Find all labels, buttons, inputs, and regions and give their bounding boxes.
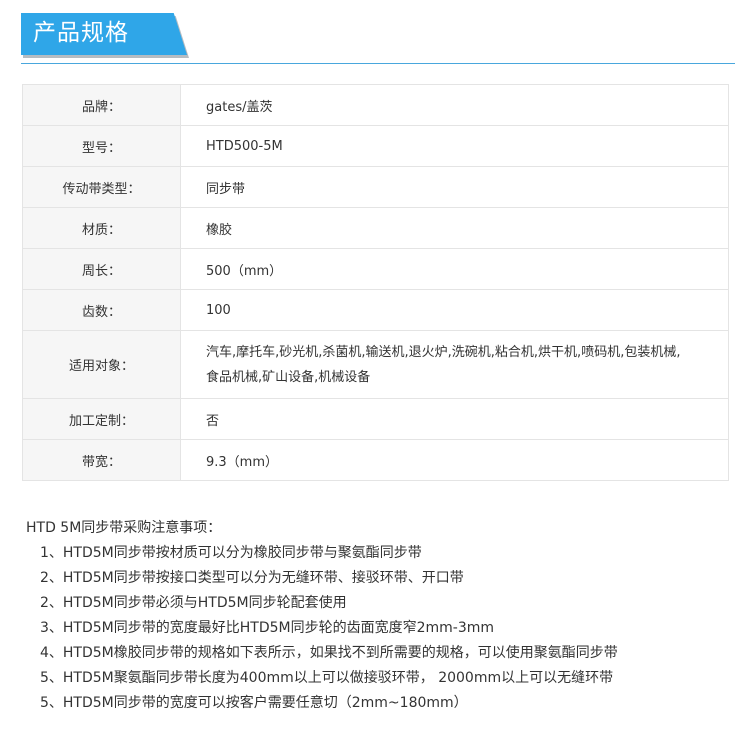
spec-value: gates/盖茨 (180, 84, 729, 126)
spec-row-belt-type: 传动带类型： 同步带 (22, 166, 729, 208)
spec-row-applications: 适用对象： 汽车,摩托车,砂光机,杀菌机,输送机,退火炉,洗碗机,粘合机,烘干机… (22, 330, 729, 399)
spec-value: 汽车,摩托车,砂光机,杀菌机,输送机,退火炉,洗碗机,粘合机,烘干机,喷码机,包… (180, 330, 729, 399)
spec-label: 传动带类型： (22, 166, 181, 208)
spec-label: 材质： (22, 207, 181, 249)
spec-value: 否 (180, 398, 729, 440)
spec-value: 100 (180, 289, 729, 331)
spec-value: 橡胶 (180, 207, 729, 249)
spec-value: 500（mm） (180, 248, 729, 290)
section-header-tab: 产品规格 (21, 13, 187, 55)
note-item: 5、HTD5M同步带的宽度可以按客户需要任意切（2mm~180mm） (40, 695, 468, 711)
spec-row-material: 材质： 橡胶 (22, 207, 729, 249)
spec-value-line: 食品机械,矿山设备,机械设备 (206, 369, 371, 385)
spec-row-perimeter: 周长： 500（mm） (22, 248, 729, 290)
spec-label: 带宽： (22, 439, 181, 481)
spec-label: 加工定制： (22, 398, 181, 440)
purchase-notes: HTD 5M同步带采购注意事项： 1、HTD5M同步带按材质可以分为橡胶同步带与… (26, 516, 618, 716)
spec-row-customization: 加工定制： 否 (22, 398, 729, 440)
note-item: 5、HTD5M聚氨酯同步带长度为400mm以上可以做接驳环带， 2000mm以上… (40, 670, 614, 686)
note-item: 2、HTD5M同步带按接口类型可以分为无缝环带、接驳环带、开口带 (40, 570, 464, 586)
note-item: 2、HTD5M同步带必须与HTD5M同步轮配套使用 (40, 595, 347, 611)
spec-row-teeth: 齿数： 100 (22, 289, 729, 331)
note-item: 3、HTD5M同步带的宽度最好比HTD5M同步轮的齿面宽度窄2mm-3mm (40, 620, 495, 636)
spec-label: 齿数： (22, 289, 181, 331)
spec-label: 周长： (22, 248, 181, 290)
note-item: 4、HTD5M橡胶同步带的规格如下表所示，如果找不到所需要的规格，可以使用聚氨酯… (40, 645, 618, 661)
section-title: 产品规格 (33, 20, 129, 46)
notes-intro: HTD 5M同步带采购注意事项： (26, 520, 222, 536)
spec-value: HTD500-5M (180, 125, 729, 167)
spec-value: 9.3（mm） (180, 439, 729, 481)
note-item: 1、HTD5M同步带按材质可以分为橡胶同步带与聚氨酯同步带 (40, 545, 422, 561)
spec-row-model: 型号： HTD500-5M (22, 125, 729, 167)
spec-table: 品牌： gates/盖茨 型号： HTD500-5M 传动带类型： 同步带 材质… (22, 84, 729, 481)
spec-row-width: 带宽： 9.3（mm） (22, 439, 729, 481)
spec-row-brand: 品牌： gates/盖茨 (22, 84, 729, 126)
spec-value-line: 汽车,摩托车,砂光机,杀菌机,输送机,退火炉,洗碗机,粘合机,烘干机,喷码机,包… (206, 344, 681, 360)
spec-value: 同步带 (180, 166, 729, 208)
spec-label: 型号： (22, 125, 181, 167)
spec-label: 品牌： (22, 84, 181, 126)
header-divider (21, 63, 735, 64)
spec-label: 适用对象： (22, 330, 181, 399)
